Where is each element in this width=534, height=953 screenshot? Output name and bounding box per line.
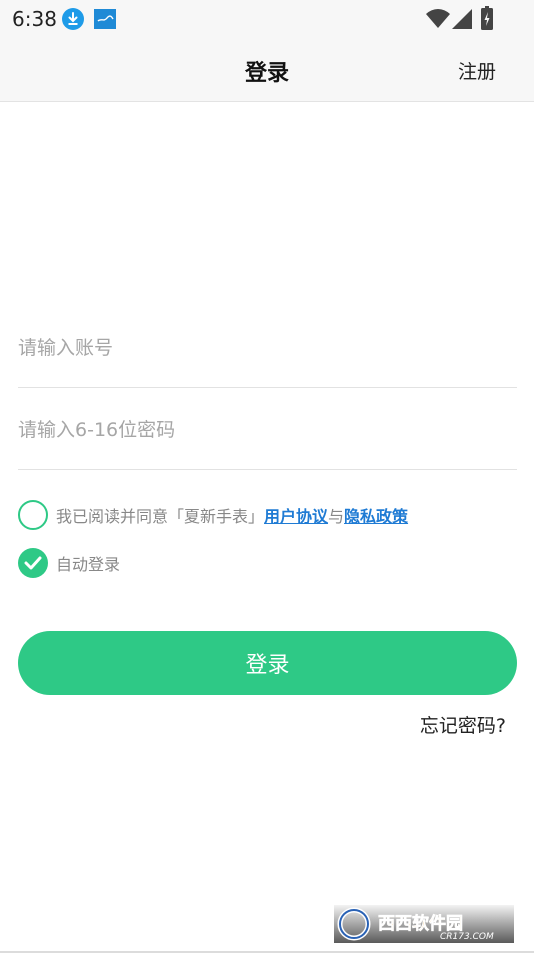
status-bar: 6:38: [0, 0, 534, 38]
app-bar: 登录 注册: [0, 38, 534, 102]
account-field: [18, 306, 517, 388]
battery-icon: [481, 6, 493, 30]
checkmark-icon: [24, 556, 42, 570]
forgot-password-link[interactable]: 忘记密码?: [420, 711, 506, 738]
privacy-policy-link[interactable]: 隐私政策: [344, 503, 408, 527]
watermark-brand: 西西软件园: [378, 913, 463, 934]
auto-login-checkbox[interactable]: [18, 548, 48, 578]
password-field: [18, 388, 517, 470]
signal-icon: [452, 9, 472, 29]
watermark-logo: 西西软件园 CR173.COM: [334, 905, 514, 943]
download-icon: [62, 8, 84, 30]
login-button[interactable]: 登录: [18, 631, 517, 695]
status-time: 6:38: [12, 7, 57, 31]
watermark-domain: CR173.COM: [440, 932, 494, 942]
auto-login-row: 自动登录: [18, 548, 120, 578]
auto-login-label: 自动登录: [56, 555, 121, 574]
register-link[interactable]: 注册: [458, 57, 496, 84]
agreement-checkbox[interactable]: [18, 500, 48, 530]
page-title: 登录: [244, 61, 289, 86]
wifi-icon: [426, 9, 450, 28]
agreement-row: 我已阅读并同意「夏新手表」 用户协议 与 隐私政策: [18, 500, 408, 530]
app-notification-icon: [94, 9, 116, 29]
account-input[interactable]: [18, 330, 517, 366]
user-agreement-link[interactable]: 用户协议: [264, 503, 328, 527]
agreement-text: 我已阅读并同意「夏新手表」: [56, 507, 265, 526]
password-input[interactable]: [18, 412, 517, 448]
agreement-joiner: 与: [328, 507, 345, 526]
